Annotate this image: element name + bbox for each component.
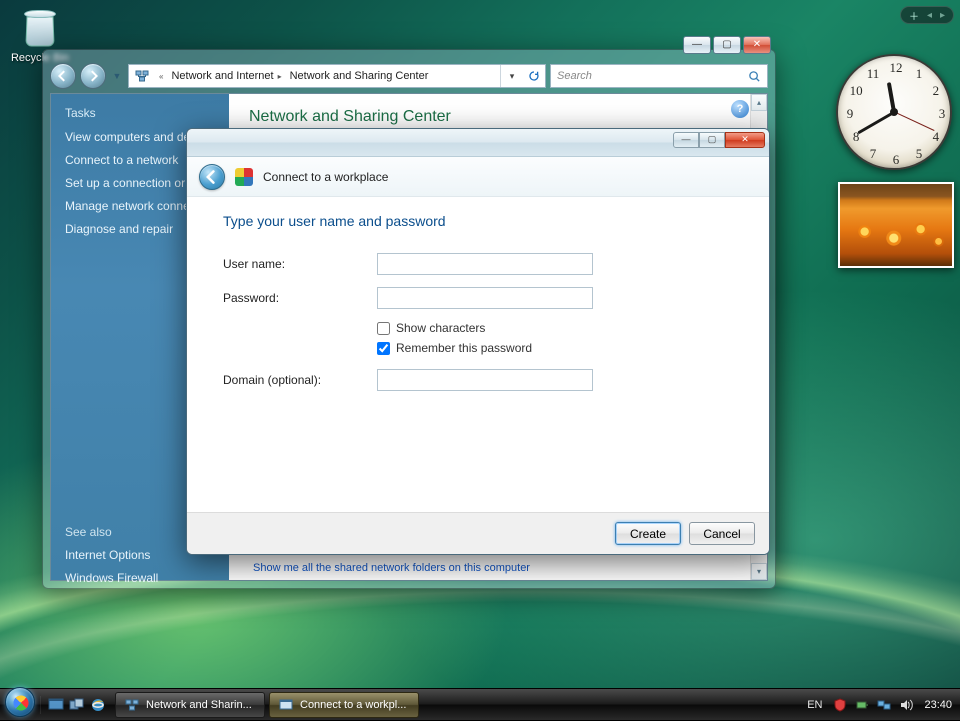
workplace-icon — [278, 697, 294, 713]
taskbar-button-2-label: Connect to a workpl... — [300, 699, 406, 711]
taskbar-button-explorer[interactable]: Network and Sharin... — [115, 692, 265, 718]
network-center-icon — [124, 697, 140, 713]
clock-minute-hand — [857, 111, 895, 135]
shared-folders-link[interactable]: Show me all the shared network folders o… — [253, 562, 530, 574]
dialog-footer: Create Cancel — [187, 512, 769, 554]
slideshow-gadget[interactable] — [838, 182, 954, 268]
refresh-icon — [528, 70, 540, 82]
workplace-icon — [235, 168, 253, 186]
gadget-controls: ＋ ◂ ▸ — [900, 6, 954, 24]
connect-workplace-dialog: — ▢ ✕ Connect to a workplace Type your u… — [186, 128, 770, 555]
recycle-bin-icon — [18, 6, 62, 50]
show-characters-checkbox[interactable] — [377, 322, 390, 335]
show-desktop-button[interactable] — [47, 696, 65, 714]
ie-quicklaunch-button[interactable] — [89, 696, 107, 714]
tray-power-icon[interactable] — [854, 697, 870, 713]
show-desktop-icon — [48, 697, 64, 713]
explorer-search-box[interactable]: Search — [550, 64, 768, 88]
see-also-windows-firewall[interactable]: Windows Firewall — [65, 571, 215, 585]
username-label: User name: — [223, 257, 377, 271]
quick-launch — [40, 696, 113, 714]
dialog-title: Connect to a workplace — [263, 170, 388, 184]
scroll-down-icon[interactable]: ▾ — [751, 563, 767, 580]
nav-back-button[interactable] — [50, 63, 76, 89]
clock-numeral: 9 — [847, 106, 854, 122]
taskbar-clock[interactable]: 23:40 — [920, 699, 952, 711]
dialog-body: Type your user name and password User na… — [187, 197, 769, 391]
taskbar-button-1-label: Network and Sharin... — [146, 699, 252, 711]
tray-volume-icon[interactable] — [898, 697, 914, 713]
clock-numeral: 7 — [870, 146, 877, 162]
dialog-back-button[interactable] — [199, 164, 225, 190]
breadcrumb-root[interactable]: « — [155, 65, 167, 87]
domain-input[interactable] — [377, 369, 593, 391]
tray-security-icon[interactable] — [832, 697, 848, 713]
clock-numeral: 2 — [933, 83, 940, 99]
windows-orb-icon — [5, 687, 35, 717]
create-button[interactable]: Create — [615, 522, 681, 545]
explorer-nav-bar: ▼ « Network and Internet▸ Network and Sh… — [50, 60, 768, 92]
arrow-left-icon — [57, 70, 69, 82]
sidebar-gadget-area: ＋ ◂ ▸ 121234567891011 — [830, 0, 960, 680]
tray-network-icon[interactable] — [876, 697, 892, 713]
clock-numeral: 6 — [893, 152, 900, 168]
gadget-prev-button[interactable]: ◂ — [927, 10, 932, 21]
network-center-icon — [133, 67, 151, 85]
start-button[interactable] — [0, 689, 40, 721]
dialog-minimize-button[interactable]: — — [673, 132, 699, 148]
dialog-titlebar[interactable]: — ▢ ✕ — [187, 129, 769, 157]
remember-password-label: Remember this password — [396, 341, 532, 355]
switch-windows-button[interactable] — [68, 696, 86, 714]
system-tray: EN 23:40 — [795, 697, 960, 713]
taskbar: Network and Sharin... Connect to a workp… — [0, 688, 960, 720]
clock-numeral: 5 — [916, 146, 923, 162]
username-input[interactable] — [377, 253, 593, 275]
address-refresh-button[interactable] — [523, 65, 545, 87]
clock-numeral: 11 — [867, 66, 880, 82]
clock-second-hand — [894, 112, 934, 132]
arrow-left-icon — [205, 170, 219, 184]
clock-numeral: 4 — [933, 129, 940, 145]
language-indicator[interactable]: EN — [803, 699, 826, 711]
scroll-up-icon[interactable]: ▴ — [751, 94, 767, 111]
address-dropdown-button[interactable]: ▾ — [501, 65, 523, 87]
password-label: Password: — [223, 291, 377, 305]
domain-label: Domain (optional): — [223, 373, 377, 387]
arrow-right-icon — [87, 70, 99, 82]
switch-windows-icon — [69, 697, 85, 713]
password-input[interactable] — [377, 287, 593, 309]
clock-numeral: 3 — [939, 106, 946, 122]
show-characters-label: Show characters — [396, 321, 485, 335]
tasks-heading: Tasks — [65, 106, 215, 120]
clock-numeral: 12 — [890, 60, 903, 76]
dialog-heading: Type your user name and password — [223, 213, 733, 229]
clock-numeral: 10 — [850, 83, 863, 99]
clock-gadget[interactable]: 121234567891011 — [836, 54, 956, 174]
cancel-button[interactable]: Cancel — [689, 522, 755, 545]
taskbar-button-dialog[interactable]: Connect to a workpl... — [269, 692, 419, 718]
clock-numeral: 1 — [916, 66, 923, 82]
dialog-close-button[interactable]: ✕ — [725, 132, 765, 148]
remember-password-checkbox[interactable] — [377, 342, 390, 355]
search-icon — [748, 70, 761, 83]
help-button[interactable]: ? — [731, 100, 749, 118]
breadcrumb-seg-1[interactable]: Network and Internet▸ — [167, 65, 285, 87]
dialog-maximize-button[interactable]: ▢ — [699, 132, 725, 148]
gadget-add-button[interactable]: ＋ — [909, 8, 919, 23]
nav-history-dropdown[interactable]: ▼ — [110, 63, 124, 89]
dialog-header: Connect to a workplace — [187, 157, 769, 197]
search-placeholder: Search — [557, 70, 592, 82]
address-bar[interactable]: « Network and Internet▸ Network and Shar… — [128, 64, 546, 88]
breadcrumb-seg-2[interactable]: Network and Sharing Center — [286, 65, 433, 87]
gadget-next-button[interactable]: ▸ — [940, 10, 945, 21]
nav-forward-button[interactable] — [80, 63, 106, 89]
clock-face: 121234567891011 — [836, 54, 952, 170]
ie-icon — [90, 697, 106, 713]
